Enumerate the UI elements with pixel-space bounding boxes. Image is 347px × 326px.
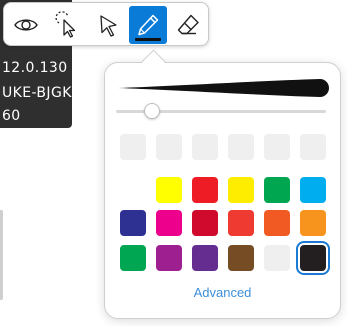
color-swatch[interactable] xyxy=(192,245,218,271)
pen-color-indicator xyxy=(135,38,161,41)
color-swatch[interactable] xyxy=(264,210,290,236)
info-line-number: 60 xyxy=(2,108,21,124)
canvas-area[interactable]: 12.0.130 UKE-BJGK 60 Advanced xyxy=(0,0,347,326)
color-swatch[interactable] xyxy=(264,177,290,203)
eraser-tool-button[interactable] xyxy=(169,6,207,44)
pointer-arrow-icon xyxy=(100,15,117,37)
advanced-link[interactable]: Advanced xyxy=(105,285,340,300)
recent-color-slot[interactable] xyxy=(300,134,326,160)
pen-tool-button[interactable] xyxy=(129,6,167,44)
color-swatch[interactable] xyxy=(156,210,182,236)
color-swatch[interactable] xyxy=(296,241,330,275)
edge-tab[interactable] xyxy=(0,210,3,300)
color-swatch[interactable] xyxy=(120,245,146,271)
pen-icon xyxy=(138,14,159,36)
color-swatch[interactable] xyxy=(120,210,146,236)
stroke-preview-shape xyxy=(118,79,329,97)
color-swatch[interactable] xyxy=(228,210,254,236)
pointer-tool-button[interactable] xyxy=(89,6,127,44)
recent-color-slot[interactable] xyxy=(228,134,254,160)
color-swatch[interactable] xyxy=(156,245,182,271)
color-swatch[interactable] xyxy=(228,177,254,203)
color-swatch[interactable] xyxy=(300,177,326,203)
color-swatch[interactable] xyxy=(264,245,290,271)
recent-color-slot[interactable] xyxy=(156,134,182,160)
eye-icon xyxy=(14,19,38,31)
lasso-select-icon xyxy=(55,11,76,38)
color-swatch[interactable] xyxy=(156,177,182,203)
color-swatch[interactable] xyxy=(192,177,218,203)
recent-color-slot[interactable] xyxy=(192,134,218,160)
recent-color-slot[interactable] xyxy=(120,134,146,160)
eraser-icon xyxy=(177,14,199,35)
color-swatch[interactable] xyxy=(228,245,254,271)
info-line-version: 12.0.130 xyxy=(2,60,68,76)
color-swatch[interactable] xyxy=(300,210,326,236)
stroke-width-slider[interactable] xyxy=(116,101,326,121)
recent-color-slot[interactable] xyxy=(264,134,290,160)
slider-thumb[interactable] xyxy=(143,103,160,119)
lasso-select-tool-button[interactable] xyxy=(48,6,86,44)
drawing-toolbar xyxy=(3,2,209,46)
view-tool-button[interactable] xyxy=(7,6,45,44)
info-line-code: UKE-BJGK xyxy=(2,85,72,101)
stroke-width-preview xyxy=(118,79,329,97)
color-swatch[interactable] xyxy=(192,210,218,236)
pen-settings-popover: Advanced xyxy=(104,62,341,319)
